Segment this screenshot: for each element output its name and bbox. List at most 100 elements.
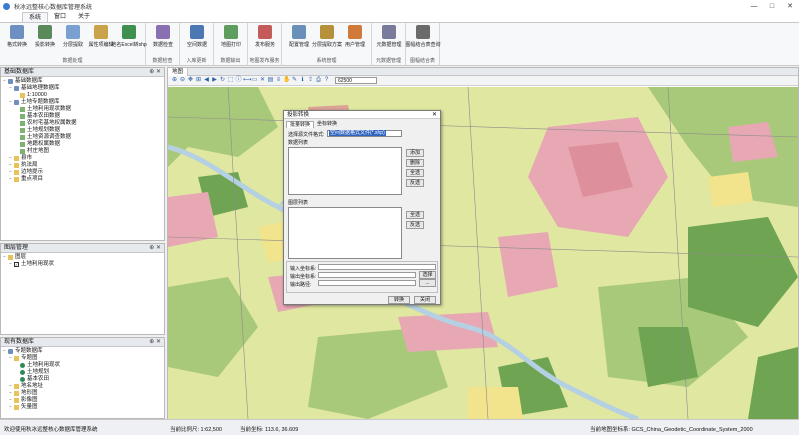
tree-node[interactable]: − 影像图: [3, 397, 162, 404]
measure-area-icon[interactable]: ▭: [251, 77, 258, 84]
tree-node[interactable]: − 土地专题数据库: [3, 99, 162, 106]
map-canvas[interactable]: [168, 87, 798, 419]
tree-node[interactable]: − 重点项目: [3, 176, 162, 183]
clear-icon[interactable]: ✕: [259, 77, 266, 84]
tree-node[interactable]: 土地规划数据: [3, 127, 162, 134]
select-icon[interactable]: ⬚: [227, 77, 234, 84]
tab-coordinate-convert[interactable]: 坐标转换: [314, 121, 340, 128]
layer-select-all-button[interactable]: 全选: [406, 211, 424, 219]
close-window-button[interactable]: ✕: [781, 0, 799, 12]
ribbon-button[interactable]: 投影转换: [31, 25, 59, 48]
folder-icon: [20, 93, 25, 98]
pin-icon[interactable]: ⊕ ✕: [149, 338, 161, 347]
output-path-field[interactable]: [318, 280, 416, 286]
refresh-icon[interactable]: ↻: [219, 77, 226, 84]
ribbon-button[interactable]: 元数据管理: [375, 25, 403, 48]
tab-system[interactable]: 系统: [22, 12, 49, 22]
maximize-button[interactable]: □: [763, 0, 781, 12]
ribbon-button[interactable]: 配置管理: [285, 25, 313, 48]
folder-icon: [14, 163, 19, 168]
select-all-button[interactable]: 全选: [406, 169, 424, 177]
database-icon: [14, 100, 19, 105]
checkbox-icon[interactable]: ✓: [14, 262, 19, 267]
ribbon-button[interactable]: 图幅结合表查询: [406, 25, 441, 48]
tree-node[interactable]: 基本农田数据: [3, 113, 162, 120]
layer-list[interactable]: [288, 207, 402, 259]
ribbon-group: 元数据管理 元数据管理: [372, 23, 406, 66]
file-format-select[interactable]: 空间数据格式文件(*.shp): [327, 130, 402, 137]
zoom-in-icon[interactable]: ⊕: [171, 77, 178, 84]
export-icon[interactable]: ⇪: [307, 77, 314, 84]
ribbon-button[interactable]: 地名Excel转shp: [111, 25, 147, 48]
ribbon-button[interactable]: 数据检查: [149, 25, 177, 48]
tree-node[interactable]: 村庄地图: [3, 148, 162, 155]
tab-map[interactable]: 地图: [168, 68, 189, 76]
tab-window[interactable]: 窗口: [48, 12, 72, 22]
pin-icon[interactable]: ⊕ ✕: [149, 68, 161, 77]
print-icon[interactable]: ⎙: [315, 77, 322, 84]
convert-button[interactable]: 转换: [388, 296, 410, 304]
tree-node[interactable]: 基本农田: [3, 376, 162, 383]
pan-icon[interactable]: ✥: [187, 77, 194, 84]
invert-select-button[interactable]: 反选: [406, 179, 424, 187]
land-use-map[interactable]: [168, 87, 798, 419]
attribute-icon[interactable]: ▤: [267, 77, 274, 84]
tree-node[interactable]: 1:10000: [3, 92, 162, 99]
tree-node[interactable]: 土地利用现状: [3, 362, 162, 369]
publish-icon: [258, 25, 272, 39]
zoom-out-icon[interactable]: ⊖: [179, 77, 186, 84]
tree-node[interactable]: − 图层: [3, 254, 162, 261]
tree-node[interactable]: − 专题数据库: [3, 348, 162, 355]
output-cs-field[interactable]: [318, 272, 416, 278]
tree-node[interactable]: − ✓ 土地利用现状: [3, 261, 162, 268]
layer-icon[interactable]: ≡: [275, 77, 282, 84]
tree-node[interactable]: − 地形图: [3, 390, 162, 397]
browse-cs-button[interactable]: 选择: [419, 271, 436, 279]
ribbon-button[interactable]: 发布服务: [251, 25, 279, 48]
previous-icon[interactable]: ◀: [203, 77, 210, 84]
tab-batch-convert[interactable]: 批量转换: [286, 121, 315, 128]
full-extent-icon[interactable]: ⊞: [195, 77, 202, 84]
next-icon[interactable]: ▶: [211, 77, 218, 84]
add-button[interactable]: 添加: [406, 149, 424, 157]
layer-invert-button[interactable]: 反选: [406, 221, 424, 229]
tree-node[interactable]: 农村宅基地权属数据: [3, 120, 162, 127]
pin-icon[interactable]: ⊕ ✕: [149, 244, 161, 253]
ribbon-button[interactable]: 格式转换: [3, 25, 31, 48]
minimize-button[interactable]: —: [745, 0, 763, 12]
delete-button[interactable]: 删除: [406, 159, 424, 167]
tree-node[interactable]: − 执法局: [3, 162, 162, 169]
measure-icon[interactable]: ⟷: [243, 77, 252, 84]
hand-icon[interactable]: ✋: [283, 77, 290, 84]
tree-node[interactable]: 土地资源调查数据: [3, 134, 162, 141]
ribbon-group-buttons: 格式转换 投影转换 分层提取 属性项编辑 地名Excel转shp: [0, 23, 147, 48]
tree-node[interactable]: 土地利用现状数据: [3, 106, 162, 113]
tree-node[interactable]: − 专题图: [3, 355, 162, 362]
close-icon[interactable]: ✕: [432, 111, 437, 119]
browse-path-button[interactable]: ...: [419, 279, 436, 287]
ribbon-button[interactable]: 地图打印: [217, 25, 245, 48]
input-cs-field[interactable]: [318, 264, 436, 270]
info-icon[interactable]: ℹ: [299, 77, 306, 84]
scale-input[interactable]: 62500: [335, 77, 377, 84]
data-list[interactable]: [288, 147, 402, 195]
tree-node[interactable]: − 基础地理数据库: [3, 85, 162, 92]
tree-node[interactable]: 地籍权属数据: [3, 141, 162, 148]
tree-node[interactable]: − 边地提示: [3, 169, 162, 176]
dialog-close-button[interactable]: 关闭: [414, 296, 436, 304]
tree-node[interactable]: − 地名地址: [3, 383, 162, 390]
ribbon-button[interactable]: 分层提取: [59, 25, 87, 48]
tree-node[interactable]: − 基础数据库: [3, 78, 162, 85]
ribbon-group: 格式转换 投影转换 分层提取 属性项编辑 地名Excel转shp 数据处理: [0, 23, 147, 66]
tree-node[interactable]: − 矢量图: [3, 404, 162, 411]
help-icon[interactable]: ?: [323, 77, 330, 84]
ribbon-button[interactable]: 空间数据: [183, 25, 211, 48]
tree-node[interactable]: − 县市: [3, 155, 162, 162]
ribbon-button[interactable]: 分层提取方案: [312, 25, 342, 48]
identify-icon[interactable]: ⓘ: [235, 77, 242, 84]
tab-about[interactable]: 关于: [72, 12, 96, 22]
tree-node[interactable]: 土地规划: [3, 369, 162, 376]
ribbon-button[interactable]: 用户管理: [341, 25, 369, 48]
ribbon-group-name: 数据处理: [62, 58, 83, 64]
draw-icon[interactable]: ✎: [291, 77, 298, 84]
